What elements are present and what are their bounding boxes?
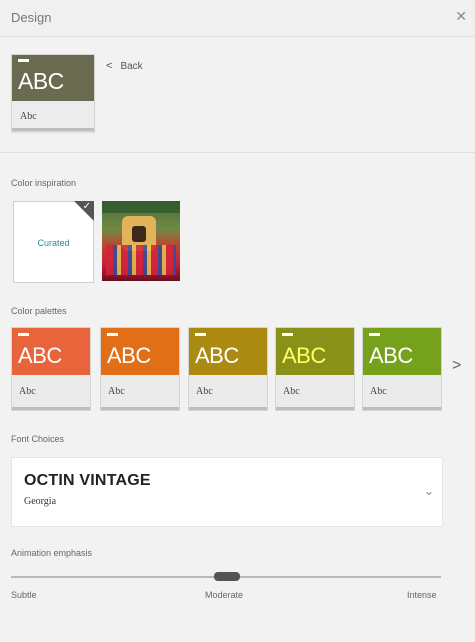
palette-swatch-3[interactable]: ABC Abc xyxy=(188,327,268,411)
palette-heading-sample: ABC xyxy=(107,343,151,368)
palette-underline xyxy=(363,407,441,410)
color-inspiration-label: Color inspiration xyxy=(11,178,77,188)
palette-swatch-2[interactable]: ABC Abc xyxy=(100,327,180,411)
theme-heading-sample: ABC xyxy=(18,68,64,94)
palette-accent-bar xyxy=(282,333,293,336)
font-choices-label: Font Choices xyxy=(11,434,65,444)
palette-heading-sample: ABC xyxy=(195,343,239,368)
curated-option[interactable]: ✓ Curated xyxy=(13,201,94,283)
palette-heading-sample: ABC xyxy=(18,343,62,368)
palette-swatch-4[interactable]: ABC Abc xyxy=(275,327,355,411)
palette-color: ABC xyxy=(101,328,179,375)
palette-body-sample: Abc xyxy=(370,386,387,397)
chevron-left-icon: < xyxy=(106,60,113,72)
palette-heading-sample: ABC xyxy=(369,343,413,368)
palette-color: ABC xyxy=(276,328,354,375)
close-icon[interactable]: ✕ xyxy=(455,8,467,25)
animation-emphasis-label: Animation emphasis xyxy=(11,548,93,558)
palette-body-sample: Abc xyxy=(283,386,300,397)
color-palettes-label: Color palettes xyxy=(11,306,67,316)
theme-body-sample: Abc xyxy=(20,111,37,122)
back-label: Back xyxy=(120,61,143,72)
photo-inspiration-option[interactable] xyxy=(102,201,180,281)
palette-underline xyxy=(276,407,354,410)
photo-garment xyxy=(106,245,176,275)
theme-color-swatch: ABC xyxy=(12,55,94,101)
palette-color: ABC xyxy=(12,328,90,375)
palette-accent-bar xyxy=(369,333,380,336)
slider-label-subtle: Subtle xyxy=(11,590,37,600)
photo-face xyxy=(132,226,146,242)
palette-body-sample: Abc xyxy=(196,386,213,397)
selected-theme-thumbnail: ABC Abc xyxy=(11,54,95,132)
palette-body-sample: Abc xyxy=(19,386,36,397)
title-bar: Design ✕ xyxy=(0,0,475,37)
palette-swatch-1[interactable]: ABC Abc xyxy=(11,327,91,411)
palette-underline xyxy=(101,407,179,410)
palette-color: ABC xyxy=(189,328,267,375)
photo-foliage xyxy=(102,201,180,213)
palette-swatch-5[interactable]: ABC Abc xyxy=(362,327,442,411)
pane-title: Design xyxy=(11,10,52,25)
heading-font-name: OCTIN VINTAGE xyxy=(24,472,151,489)
curated-label: Curated xyxy=(37,238,70,248)
animation-slider-thumb[interactable] xyxy=(214,572,240,581)
palette-accent-bar xyxy=(18,333,29,336)
palette-heading-sample: ABC xyxy=(282,343,326,368)
section-divider xyxy=(0,152,475,153)
palette-underline xyxy=(189,407,267,410)
palette-body-sample: Abc xyxy=(108,386,125,397)
slider-label-moderate: Moderate xyxy=(205,590,244,600)
theme-accent-bar xyxy=(18,59,29,62)
slider-label-intense: Intense xyxy=(407,590,437,600)
palette-accent-bar xyxy=(107,333,118,336)
checkmark-icon: ✓ xyxy=(82,201,91,212)
chevron-right-icon[interactable]: > xyxy=(452,357,461,375)
font-choice-dropdown[interactable]: OCTIN VINTAGE Georgia ⌄ xyxy=(11,457,443,527)
chevron-down-icon: ⌄ xyxy=(423,484,434,498)
theme-underline xyxy=(12,128,94,131)
palette-underline xyxy=(12,407,90,410)
back-button[interactable]: < Back xyxy=(106,60,143,72)
palette-accent-bar xyxy=(195,333,206,336)
body-font-name: Georgia xyxy=(24,496,57,507)
palette-color: ABC xyxy=(363,328,441,375)
